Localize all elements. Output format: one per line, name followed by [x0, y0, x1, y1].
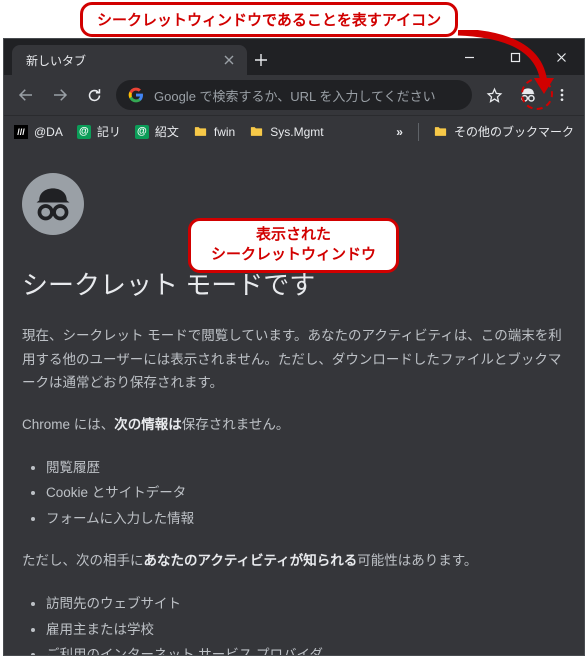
toolbar: Google で検索するか、URL を入力してください — [4, 75, 584, 115]
bookmark-label: Sys.Mgmt — [270, 125, 323, 139]
however-prefix: ただし、次の相手に — [22, 553, 144, 568]
list-item: Cookie とサイトデータ — [46, 480, 566, 506]
bookmark-label: @DA — [34, 125, 63, 139]
omnibox[interactable]: Google で検索するか、URL を入力してください — [116, 80, 472, 110]
however-bold: あなたのアクティビティが知られる — [144, 553, 358, 568]
list-item: 雇用主または学校 — [46, 617, 566, 643]
incognito-indicator[interactable] — [512, 79, 544, 111]
tab-active[interactable]: 新しいタブ — [12, 45, 247, 75]
annotation-mid-line2: シークレットウィンドウ — [211, 245, 376, 265]
reload-button[interactable] — [78, 79, 110, 111]
bookmark-item[interactable]: @ 紹文 — [135, 123, 179, 140]
folder-icon — [433, 124, 448, 139]
not-saved-paragraph: Chrome には、次の情報は保存されません。 — [22, 413, 566, 437]
close-window-button[interactable] — [538, 39, 584, 75]
other-bookmarks-label: その他のブックマーク — [454, 123, 574, 140]
maximize-button[interactable] — [492, 39, 538, 75]
forward-button[interactable] — [44, 79, 76, 111]
bookmark-item[interactable]: /// @DA — [14, 125, 63, 139]
folder-icon — [249, 124, 264, 139]
omnibox-placeholder: Google で検索するか、URL を入力してください — [154, 86, 460, 105]
list-item: 訪問先のウェブサイト — [46, 591, 566, 617]
bookmark-favicon-icon: @ — [135, 125, 149, 139]
however-list: 訪問先のウェブサイト 雇用主または学校 ご利用のインターネット サービス プロバ… — [22, 591, 566, 655]
new-tab-button[interactable] — [247, 45, 275, 75]
other-bookmarks-button[interactable]: その他のブックマーク — [433, 123, 574, 140]
incognito-icon — [518, 85, 538, 105]
bookmark-item[interactable]: Sys.Mgmt — [249, 124, 323, 139]
not-saved-list: 閲覧履歴 Cookie とサイトデータ フォームに入力した情報 — [22, 455, 566, 532]
minimize-icon — [464, 52, 475, 63]
bookmark-label: 紹文 — [155, 123, 179, 140]
incognito-logo — [22, 173, 84, 235]
plus-icon — [254, 53, 268, 67]
list-item: フォームに入力した情報 — [46, 506, 566, 532]
divider — [418, 123, 419, 141]
star-icon — [486, 87, 503, 104]
annotation-mid-line1: 表示された — [211, 225, 376, 245]
window-controls — [446, 39, 584, 75]
incognito-icon — [31, 182, 75, 226]
kebab-icon — [554, 87, 570, 103]
bookmark-label: fwin — [214, 125, 235, 139]
annotation-top-text: シークレットウィンドウであることを表すアイコン — [97, 12, 441, 29]
maximize-icon — [510, 52, 521, 63]
not-saved-prefix: Chrome には、 — [22, 417, 114, 432]
tab-close-button[interactable] — [221, 52, 237, 68]
intro-paragraph: 現在、シークレット モードで閲覧しています。あなたのアクティビティは、この端末を… — [22, 324, 566, 395]
not-saved-suffix: 保存されません。 — [182, 417, 290, 432]
titlebar: 新しいタブ — [4, 39, 584, 75]
list-item: 閲覧履歴 — [46, 455, 566, 481]
not-saved-bold: 次の情報は — [114, 417, 182, 432]
bookmark-favicon-icon: /// — [14, 125, 28, 139]
close-icon — [224, 55, 234, 65]
list-item: ご利用のインターネット サービス プロバイダ — [46, 642, 566, 655]
tab-title: 新しいタブ — [26, 52, 86, 69]
bookmark-label: 記リ — [97, 123, 121, 140]
bookmark-favicon-icon: @ — [77, 125, 91, 139]
however-paragraph: ただし、次の相手にあなたのアクティビティが知られる可能性はあります。 — [22, 549, 566, 573]
bookmark-item[interactable]: @ 記リ — [77, 123, 121, 140]
close-icon — [556, 52, 567, 63]
annotation-top: シークレットウィンドウであることを表すアイコン — [80, 2, 458, 37]
minimize-button[interactable] — [446, 39, 492, 75]
arrow-left-icon — [17, 86, 35, 104]
google-logo-icon — [128, 87, 144, 103]
bookmarks-bar: /// @DA @ 記リ @ 紹文 fwin Sys.Mgmt » その他のブッ… — [4, 115, 584, 147]
reload-icon — [86, 87, 103, 104]
folder-icon — [193, 124, 208, 139]
menu-button[interactable] — [546, 79, 578, 111]
annotation-mid: 表示された シークレットウィンドウ — [188, 218, 399, 273]
arrow-right-icon — [51, 86, 69, 104]
however-suffix: 可能性はあります。 — [357, 553, 477, 568]
bookmarks-overflow-button[interactable]: » — [396, 125, 404, 139]
bookmark-star-button[interactable] — [478, 79, 510, 111]
browser-window: 新しいタブ — [3, 38, 585, 656]
bookmark-item[interactable]: fwin — [193, 124, 235, 139]
back-button[interactable] — [10, 79, 42, 111]
